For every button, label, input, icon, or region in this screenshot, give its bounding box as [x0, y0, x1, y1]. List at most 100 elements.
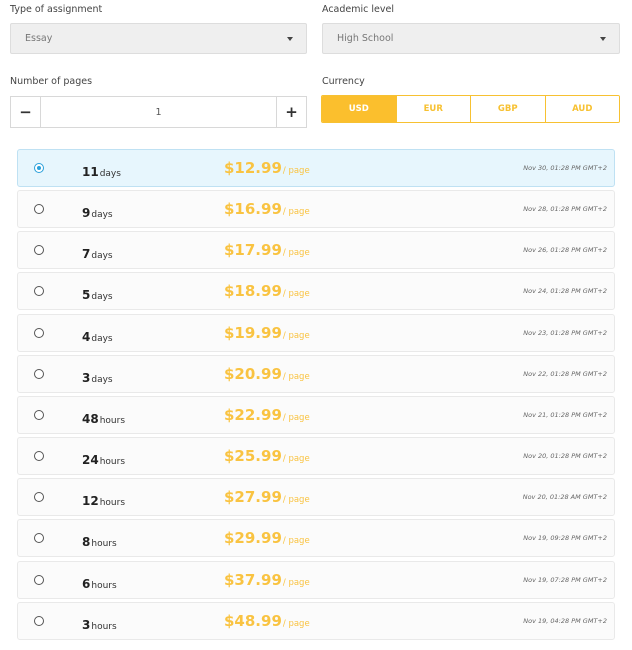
deadline-option-row[interactable]: 4days $19.99/ page Nov 23, 01:28 PM GMT+2	[17, 314, 615, 352]
deadline-date: Nov 23, 01:28 PM GMT+2	[523, 329, 607, 337]
price-value: $37.99	[224, 571, 282, 589]
currency-aud-button[interactable]: AUD	[544, 96, 619, 122]
price: $37.99/ page	[224, 570, 310, 589]
duration-unit: hours	[99, 416, 126, 426]
price: $12.99/ page	[224, 158, 310, 177]
duration-number: 24	[82, 453, 99, 467]
deadline-option-row[interactable]: 9days $16.99/ page Nov 28, 01:28 PM GMT+2	[17, 190, 615, 228]
price-unit: / page	[282, 578, 310, 588]
deadline-duration: 9days	[82, 202, 113, 221]
currency-label: Currency	[322, 76, 365, 87]
price: $22.99/ page	[224, 405, 310, 424]
increase-pages-button[interactable]: +	[276, 96, 307, 128]
deadline-duration: 4days	[82, 326, 113, 345]
chevron-down-icon	[600, 37, 606, 41]
price-unit: / page	[282, 372, 310, 382]
currency-gbp-button[interactable]: GBP	[470, 96, 545, 122]
deadline-date: Nov 21, 01:28 PM GMT+2	[523, 411, 607, 419]
price-unit: / page	[282, 413, 310, 423]
duration-unit: days	[91, 334, 113, 344]
price: $20.99/ page	[224, 364, 310, 383]
price-value: $19.99	[224, 324, 282, 342]
price: $25.99/ page	[224, 446, 310, 465]
radio-icon[interactable]	[34, 328, 44, 338]
duration-unit: days	[91, 251, 113, 261]
radio-icon[interactable]	[34, 575, 44, 585]
deadline-duration: 11days	[82, 161, 121, 180]
duration-number: 3	[82, 618, 91, 632]
radio-icon[interactable]	[34, 616, 44, 626]
price-unit: / page	[282, 248, 310, 258]
price: $16.99/ page	[224, 199, 310, 218]
type-of-assignment-select[interactable]: Essay	[10, 23, 307, 54]
radio-icon[interactable]	[34, 492, 44, 502]
radio-icon[interactable]	[34, 533, 44, 543]
price-value: $48.99	[224, 612, 282, 630]
deadline-duration: 3hours	[82, 614, 117, 633]
price-unit: / page	[282, 495, 310, 505]
duration-number: 3	[82, 371, 91, 385]
deadline-option-row[interactable]: 24hours $25.99/ page Nov 20, 01:28 PM GMT+…	[17, 437, 615, 475]
duration-unit: hours	[91, 581, 117, 591]
price-value: $29.99	[224, 529, 282, 547]
radio-icon[interactable]	[34, 369, 44, 379]
type-of-assignment-label: Type of assignment	[10, 4, 103, 15]
price-unit: / page	[282, 536, 310, 546]
duration-number: 12	[82, 494, 99, 508]
currency-eur-button[interactable]: EUR	[395, 96, 470, 122]
radio-icon[interactable]	[34, 204, 44, 214]
deadline-date: Nov 22, 01:28 PM GMT+2	[523, 370, 607, 378]
deadline-date: Nov 28, 01:28 PM GMT+2	[523, 205, 607, 213]
deadline-option-row[interactable]: 3days $20.99/ page Nov 22, 01:28 PM GMT+2	[17, 355, 615, 393]
currency-toggle: USD EUR GBP AUD	[321, 95, 620, 123]
deadline-duration: 5days	[82, 284, 113, 303]
deadline-date: Nov 30, 01:28 PM GMT+2	[523, 164, 607, 172]
price: $29.99/ page	[224, 528, 310, 547]
duration-number: 8	[82, 535, 91, 549]
duration-number: 11	[82, 165, 99, 179]
duration-unit: days	[91, 292, 113, 302]
deadline-duration: 12hours	[82, 490, 125, 509]
duration-unit: days	[99, 169, 121, 179]
pages-input[interactable]: 1	[42, 97, 275, 127]
deadline-date: Nov 20, 01:28 PM GMT+2	[523, 452, 607, 460]
deadline-date: Nov 20, 01:28 AM GMT+2	[522, 493, 607, 501]
price-unit: / page	[282, 207, 310, 217]
academic-level-select[interactable]: High School	[322, 23, 620, 54]
radio-icon[interactable]	[34, 163, 44, 173]
deadline-option-row[interactable]: 12hours $27.99/ page Nov 20, 01:28 AM GMT+…	[17, 478, 615, 516]
currency-usd-button[interactable]: USD	[322, 96, 396, 122]
price-value: $12.99	[224, 159, 282, 177]
decrease-pages-button[interactable]: −	[10, 96, 41, 128]
deadline-duration: 3days	[82, 367, 113, 386]
price-value: $16.99	[224, 200, 282, 218]
price: $17.99/ page	[224, 240, 310, 259]
radio-icon[interactable]	[34, 245, 44, 255]
radio-icon[interactable]	[34, 410, 44, 420]
radio-icon[interactable]	[34, 286, 44, 296]
number-of-pages-label: Number of pages	[10, 76, 93, 87]
duration-number: 48	[82, 412, 99, 426]
price-value: $17.99	[224, 241, 282, 259]
pages-stepper: − 1 +	[10, 96, 307, 128]
deadline-duration: 7days	[82, 243, 113, 262]
deadline-option-row[interactable]: 3hours $48.99/ page Nov 19, 04:28 PM GMT+2	[17, 602, 615, 640]
deadline-option-row[interactable]: 5days $18.99/ page Nov 24, 01:28 PM GMT+2	[17, 272, 615, 310]
deadline-duration: 48hours	[82, 408, 125, 427]
duration-unit: days	[91, 210, 113, 220]
price: $18.99/ page	[224, 281, 310, 300]
deadline-option-row[interactable]: 11days $12.99/ page Nov 30, 01:28 PM GMT+2	[17, 149, 615, 187]
deadline-option-row[interactable]: 6hours $37.99/ page Nov 19, 07:28 PM GMT+2	[17, 561, 615, 599]
price-value: $18.99	[224, 282, 282, 300]
radio-dot-icon	[37, 166, 41, 170]
price-value: $22.99	[224, 406, 282, 424]
duration-unit: hours	[99, 457, 126, 467]
duration-unit: days	[91, 375, 113, 385]
deadline-date: Nov 24, 01:28 PM GMT+2	[523, 287, 607, 295]
price: $19.99/ page	[224, 323, 310, 342]
deadline-option-row[interactable]: 7days $17.99/ page Nov 26, 01:28 PM GMT+2	[17, 231, 615, 269]
deadline-option-row[interactable]: 48hours $22.99/ page Nov 21, 01:28 PM GMT+…	[17, 396, 615, 434]
deadline-option-row[interactable]: 8hours $29.99/ page Nov 19, 09:28 PM GMT+2	[17, 519, 615, 557]
chevron-down-icon	[287, 37, 293, 41]
radio-icon[interactable]	[34, 451, 44, 461]
